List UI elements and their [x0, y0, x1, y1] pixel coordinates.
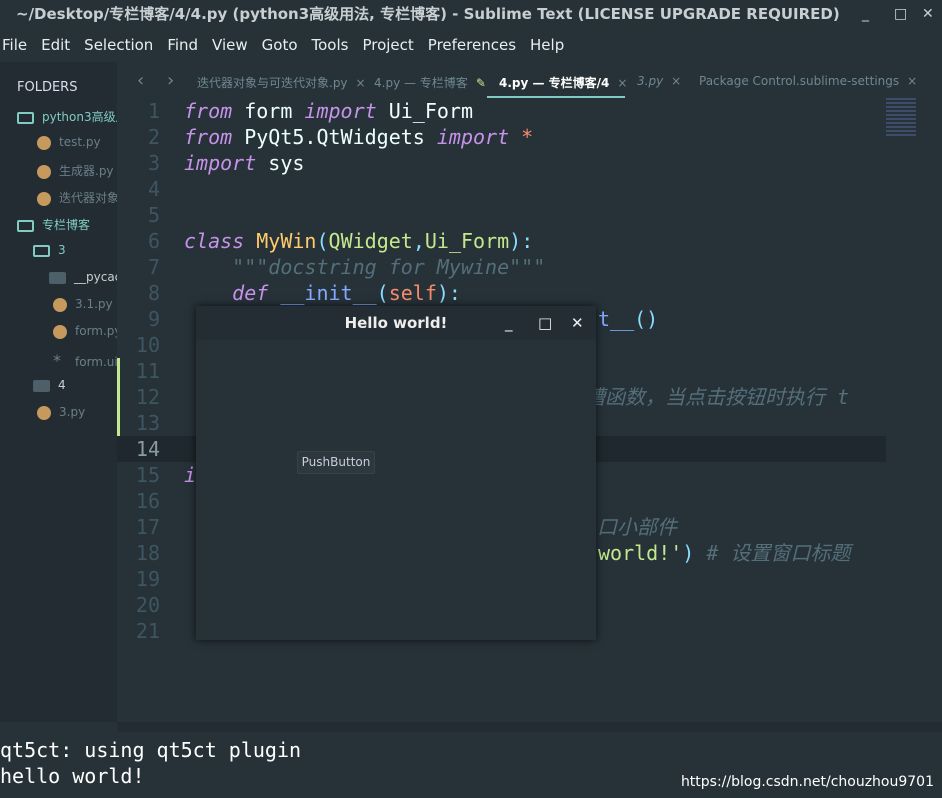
- line-number: 20: [135, 593, 160, 617]
- menu-file[interactable]: File: [2, 30, 31, 60]
- code-fragment: i: [184, 463, 197, 487]
- qt-window: Hello world! _ □ ✕ PushButton: [196, 306, 596, 640]
- sidebar-item[interactable]: * form.ui: [53, 351, 117, 370]
- close-tab-icon[interactable]: ×: [356, 76, 366, 90]
- line-number: 6: [147, 229, 160, 253]
- line-number: 12: [135, 385, 160, 409]
- menu-find[interactable]: Find: [167, 30, 202, 60]
- qt-maximize-button[interactable]: □: [538, 306, 552, 340]
- modified-pencil-icon[interactable]: ✎: [476, 76, 486, 90]
- line-number: 15: [135, 463, 160, 487]
- menu-view[interactable]: View: [212, 30, 252, 60]
- qt-minimize-button[interactable]: _: [505, 306, 513, 340]
- window-title: ~/Desktop/专栏博客/4/4.py (python3高级用法, 专栏博客…: [0, 0, 942, 28]
- line-number: 9: [147, 307, 160, 331]
- line-number: 4: [147, 177, 160, 201]
- close-tab-icon[interactable]: ×: [671, 74, 681, 88]
- line-number: 11: [135, 359, 160, 383]
- menu-goto[interactable]: Goto: [262, 30, 302, 60]
- folder-open-icon: [17, 111, 34, 124]
- close-tab-icon[interactable]: ×: [907, 74, 917, 88]
- sidebar: FOLDERS python3高级用 test.py 生成器.py 迭代器对象与…: [0, 62, 117, 722]
- menu-edit[interactable]: Edit: [41, 30, 74, 60]
- sidebar-item[interactable]: 3: [33, 243, 66, 257]
- folder-icon: [49, 271, 66, 284]
- tab[interactable]: 3.py ×: [637, 74, 681, 88]
- line-number: 19: [135, 567, 160, 591]
- code-editor[interactable]: from form import Ui_Form from PyQt5.QtWi…: [184, 98, 545, 306]
- sidebar-item[interactable]: 迭代器对象与: [37, 189, 117, 206]
- python-icon: [37, 191, 51, 206]
- python-icon: [53, 297, 67, 312]
- code-comment-fragment: 是槽函数，当点击按钮时执行 t: [565, 385, 850, 409]
- tab[interactable]: 4.py — 专栏博客 ✎: [374, 74, 486, 91]
- tab-bar: ‹ › 迭代器对象与可迭代对象.py × 4.py — 专栏博客 ✎ 4.py — …: [117, 62, 942, 100]
- watermark: https://blog.csdn.net/chouzhou9701: [680, 774, 934, 790]
- tab[interactable]: Package Control.sublime-settings ×: [699, 74, 917, 88]
- tab-active[interactable]: 4.py — 专栏博客/4 ×: [499, 74, 627, 91]
- sidebar-item[interactable]: 生成器.py: [37, 162, 114, 179]
- line-number: 14: [135, 437, 160, 461]
- line-number: 3: [147, 151, 160, 175]
- sidebar-item[interactable]: 4: [33, 378, 66, 392]
- folder-open-icon: [33, 244, 50, 257]
- code-fragment: world!') # 设置窗口标题: [598, 541, 851, 565]
- close-button[interactable]: ✕: [922, 0, 934, 28]
- chevron-left-icon[interactable]: ‹: [137, 70, 144, 91]
- maximize-button[interactable]: □: [894, 0, 907, 28]
- console-line: qt5ct: using qt5ct plugin: [0, 738, 302, 762]
- line-number: 5: [147, 203, 160, 227]
- close-tab-icon[interactable]: ×: [617, 76, 627, 90]
- line-number: 10: [135, 333, 160, 357]
- sidebar-item[interactable]: 3.py: [37, 405, 85, 420]
- sidebar-item[interactable]: 专栏博客: [17, 216, 90, 233]
- code-fragment: t__(): [598, 307, 659, 331]
- qt-close-button[interactable]: ✕: [571, 306, 584, 340]
- python-icon: [37, 405, 51, 420]
- folder-icon: [33, 379, 50, 392]
- menu-project[interactable]: Project: [362, 30, 417, 60]
- code-comment-fragment: 口小部件: [597, 515, 677, 539]
- minimize-button[interactable]: _: [862, 0, 869, 28]
- line-number: 1: [147, 99, 160, 123]
- menu-help[interactable]: Help: [530, 30, 568, 60]
- sidebar-item[interactable]: test.py: [37, 135, 101, 150]
- qt-window-title: Hello world!: [196, 306, 596, 340]
- sidebar-item[interactable]: 3.1.py: [53, 297, 113, 312]
- line-number: 2: [147, 125, 160, 149]
- line-number: 21: [135, 619, 160, 643]
- line-number: 16: [135, 489, 160, 513]
- line-number: 8: [147, 281, 160, 305]
- line-number: 7: [147, 255, 160, 279]
- horizontal-scrollbar[interactable]: [117, 722, 942, 732]
- python-icon: [53, 324, 67, 339]
- line-number-gutter: 1 2 3 4 5 6 7 8 9 10 11 12 13 14 15 16 17 18 19 20 21: [117, 98, 167, 644]
- line-number: 18: [135, 541, 160, 565]
- folder-open-icon: [17, 219, 34, 232]
- menu-tools[interactable]: Tools: [312, 30, 353, 60]
- tab[interactable]: 迭代器对象与可迭代对象.py ×: [197, 74, 366, 91]
- menu-selection[interactable]: Selection: [84, 30, 157, 60]
- line-number: 17: [135, 515, 160, 539]
- sidebar-item[interactable]: form.py: [53, 324, 117, 339]
- minimap[interactable]: [886, 98, 916, 138]
- push-button[interactable]: PushButton: [297, 451, 375, 474]
- asterisk-file-icon: *: [53, 351, 61, 370]
- sidebar-item[interactable]: __pycache__: [49, 270, 117, 284]
- python-icon: [37, 164, 51, 179]
- sidebar-item[interactable]: python3高级用: [17, 108, 117, 125]
- chevron-right-icon[interactable]: ›: [167, 70, 174, 91]
- line-number: 13: [135, 411, 160, 435]
- menu-bar: File Edit Selection Find View Goto Tools…: [0, 30, 942, 60]
- python-icon: [37, 135, 51, 150]
- folders-header: FOLDERS: [17, 80, 78, 95]
- menu-preferences[interactable]: Preferences: [428, 30, 520, 60]
